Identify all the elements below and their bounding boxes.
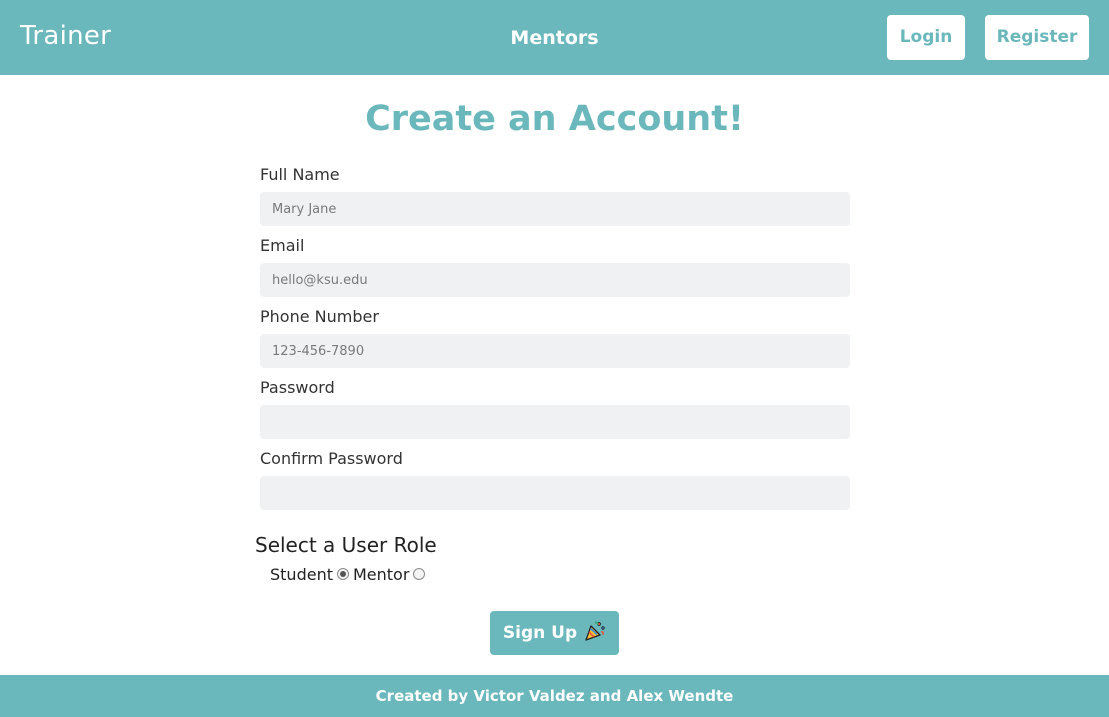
user-role-options: Student Mentor	[270, 564, 429, 584]
register-button[interactable]: Register	[985, 15, 1089, 60]
login-button[interactable]: Login	[887, 15, 965, 60]
role-mentor-radio[interactable]	[413, 568, 426, 580]
password-input[interactable]	[260, 405, 850, 439]
email-label: Email	[260, 236, 305, 255]
page-title: Create an Account!	[365, 99, 744, 139]
page-footer: Created by Victor Valdez and Alex Wendte	[0, 675, 1109, 717]
role-student-radio[interactable]	[336, 568, 349, 580]
phone-number-input[interactable]	[260, 334, 850, 368]
user-role-heading: Select a User Role	[255, 533, 437, 557]
party-popper-icon	[584, 620, 606, 647]
phone-number-label: Phone Number	[260, 307, 379, 326]
full-name-label: Full Name	[260, 165, 340, 184]
password-label: Password	[260, 378, 335, 397]
sign-up-button[interactable]: Sign Up	[490, 611, 619, 655]
role-option-mentor-label: Mentor	[352, 564, 410, 584]
full-name-input[interactable]	[260, 192, 850, 226]
email-input[interactable]	[260, 263, 850, 297]
confirm-password-input[interactable]	[260, 476, 850, 510]
role-option-student-label: Student	[270, 564, 333, 584]
confirm-password-label: Confirm Password	[260, 449, 403, 468]
top-navbar: Trainer Mentors Login Register	[0, 0, 1109, 75]
sign-up-label: Sign Up	[502, 623, 578, 643]
